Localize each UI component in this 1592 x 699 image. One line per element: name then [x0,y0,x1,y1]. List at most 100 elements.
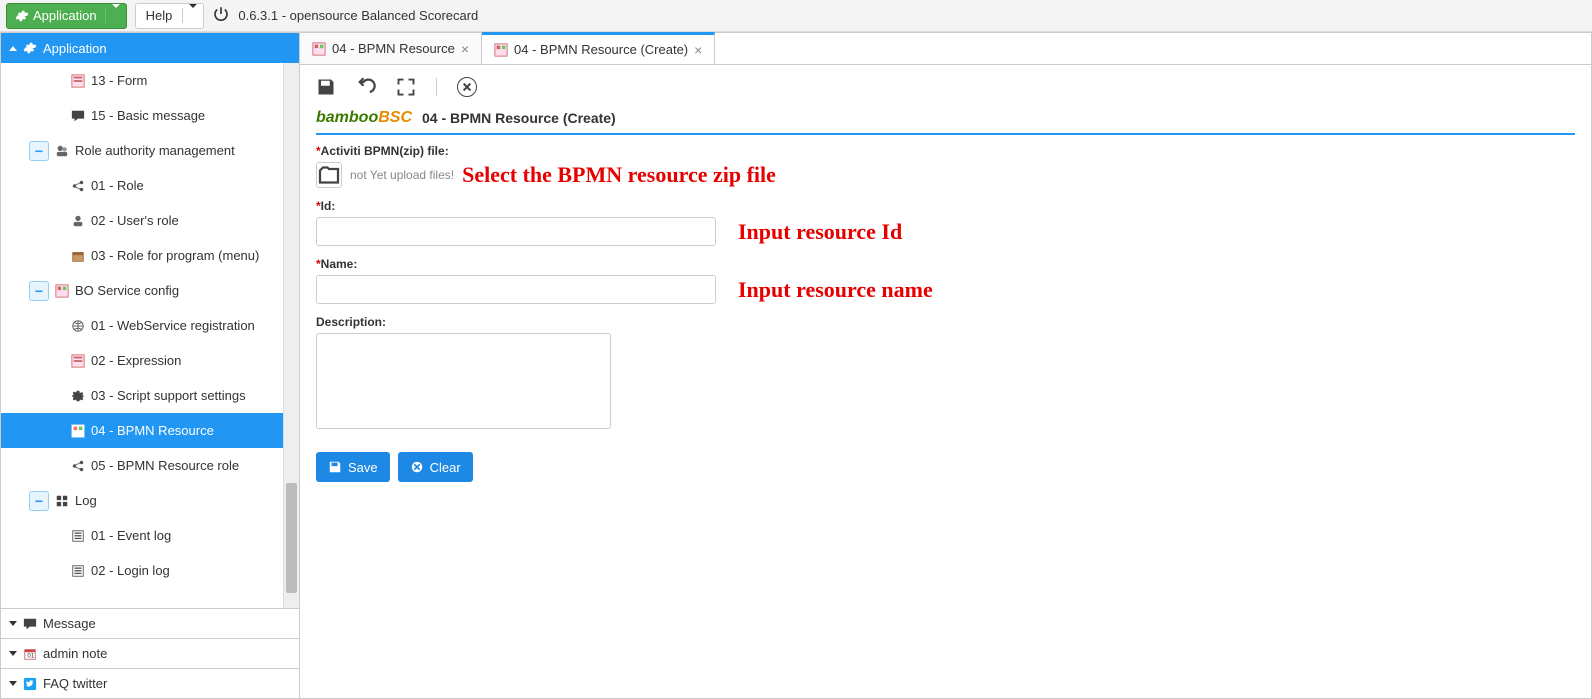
scrollbar-thumb[interactable] [286,483,297,593]
chevron-down-icon [112,4,120,23]
brand-logo: bambooBSC [316,109,412,127]
sidebar-item-label: 01 - WebService registration [91,318,255,333]
sidebar-item-label: 02 - User's role [91,213,179,228]
sidebar-item-role[interactable]: 01 - Role [1,168,283,203]
sidebar-item-label: 03 - Script support settings [91,388,246,403]
sidebar-item-label: 03 - Role for program (menu) [91,248,259,263]
name-input[interactable] [316,275,716,304]
sidebar-item-role-program[interactable]: 03 - Role for program (menu) [1,238,283,273]
globe-icon [71,319,85,333]
page-title: 04 - BPMN Resource (Create) [422,110,616,126]
tab-label: 04 - BPMN Resource [332,41,455,56]
config-icon [312,42,326,56]
sidebar-group-bo-service[interactable]: − BO Service config [1,273,283,308]
save-button-label: Save [348,460,378,475]
sidebar-item-label: Log [75,493,97,508]
sidebar-group-log[interactable]: − Log [1,483,283,518]
upload-status: not Yet upload files! [350,168,454,182]
config-icon [55,284,69,298]
annotation-name: Input resource name [738,277,933,303]
collapse-icon[interactable]: − [29,281,49,301]
clear-button[interactable]: Clear [398,452,473,482]
chevron-down-icon [9,681,17,686]
undo-toolbar-button[interactable] [356,77,376,97]
gear-icon [15,9,29,23]
annotation-file: Select the BPMN resource zip file [462,162,776,188]
sidebar-item-label: 01 - Role [91,178,144,193]
message-icon [71,109,85,123]
name-label: *Name: [316,257,357,271]
power-icon[interactable] [212,5,230,26]
sidebar-item-label: 02 - Expression [91,353,181,368]
list-icon [71,564,85,578]
cancel-toolbar-button[interactable] [457,77,477,97]
help-dropdown-button[interactable]: Help [135,3,205,29]
form-icon [71,74,85,88]
sidebar-item-bpmn-resource[interactable]: 04 - BPMN Resource [1,413,283,448]
twitter-icon [23,677,37,691]
save-button[interactable]: Save [316,452,390,482]
svg-text:01: 01 [27,652,34,659]
tab-bpmn-resource-create[interactable]: 04 - BPMN Resource (Create) × [482,32,715,64]
sidebar-item-login-log[interactable]: 02 - Login log [1,553,283,588]
grid-icon [55,494,69,508]
sidebar-item-expression[interactable]: 02 - Expression [1,343,283,378]
chevron-down-icon [9,651,17,656]
sidebar-item-label: 15 - Basic message [91,108,205,123]
sidebar-item-label: 05 - BPMN Resource role [91,458,239,473]
collapse-icon[interactable]: − [29,141,49,161]
accordion-header-message[interactable]: Message [1,608,299,638]
sidebar: Application 13 - Form 15 - Basic message… [0,32,300,699]
fullscreen-toolbar-button[interactable] [396,77,416,97]
chevron-down-icon [9,621,17,626]
gear-icon [71,389,85,403]
sidebar-item-form[interactable]: 13 - Form [1,63,283,98]
file-label: *Activiti BPMN(zip) file: [316,144,449,158]
description-label: Description: [316,315,386,329]
application-dropdown-button[interactable]: Application [6,3,127,29]
config-icon [494,43,508,57]
sidebar-item-label: BO Service config [75,283,179,298]
sidebar-item-script-support[interactable]: 03 - Script support settings [1,378,283,413]
tab-bpmn-resource[interactable]: 04 - BPMN Resource × [300,33,482,64]
accordion-label: Application [43,41,107,56]
nav-tree: 13 - Form 15 - Basic message −Role autho… [1,63,283,608]
sidebar-item-label: 13 - Form [91,73,147,88]
annotation-id: Input resource Id [738,219,902,245]
accordion-header-application[interactable]: Application [1,33,299,63]
clear-button-label: Clear [430,460,461,475]
tab-bar: 04 - BPMN Resource × 04 - BPMN Resource … [300,33,1591,65]
accordion-label: FAQ twitter [43,676,107,691]
calendar-icon: 01 [23,647,37,661]
sidebar-item-webservice[interactable]: 01 - WebService registration [1,308,283,343]
sidebar-item-users-role[interactable]: 02 - User's role [1,203,283,238]
sidebar-item-basic-message[interactable]: 15 - Basic message [1,98,283,133]
sidebar-item-event-log[interactable]: 01 - Event log [1,518,283,553]
form-icon [71,354,85,368]
version-text: 0.6.3.1 - opensource Balanced Scorecard [238,8,478,23]
chevron-up-icon [9,46,17,51]
save-toolbar-button[interactable] [316,77,336,97]
sidebar-item-label: 01 - Event log [91,528,171,543]
application-button-label: Application [33,8,97,23]
accordion-label: admin note [43,646,107,661]
close-icon[interactable]: × [461,41,469,57]
upload-button[interactable] [316,162,342,188]
tab-label: 04 - BPMN Resource (Create) [514,42,688,57]
id-input[interactable] [316,217,716,246]
close-icon[interactable]: × [694,42,702,58]
collapse-icon[interactable]: − [29,491,49,511]
description-textarea[interactable] [316,333,611,429]
chevron-down-icon [189,4,197,23]
accordion-label: Message [43,616,96,631]
accordion-header-faq[interactable]: FAQ twitter [1,668,299,698]
gear-icon [23,41,37,55]
scrollbar[interactable] [283,63,299,608]
sidebar-item-label: 04 - BPMN Resource [91,423,214,438]
help-button-label: Help [136,8,183,23]
accordion-header-admin-note[interactable]: 01 admin note [1,638,299,668]
list-icon [71,529,85,543]
sidebar-item-bpmn-resource-role[interactable]: 05 - BPMN Resource role [1,448,283,483]
sidebar-group-role-mgmt[interactable]: −Role authority management [1,133,283,168]
user-icon [71,214,85,228]
